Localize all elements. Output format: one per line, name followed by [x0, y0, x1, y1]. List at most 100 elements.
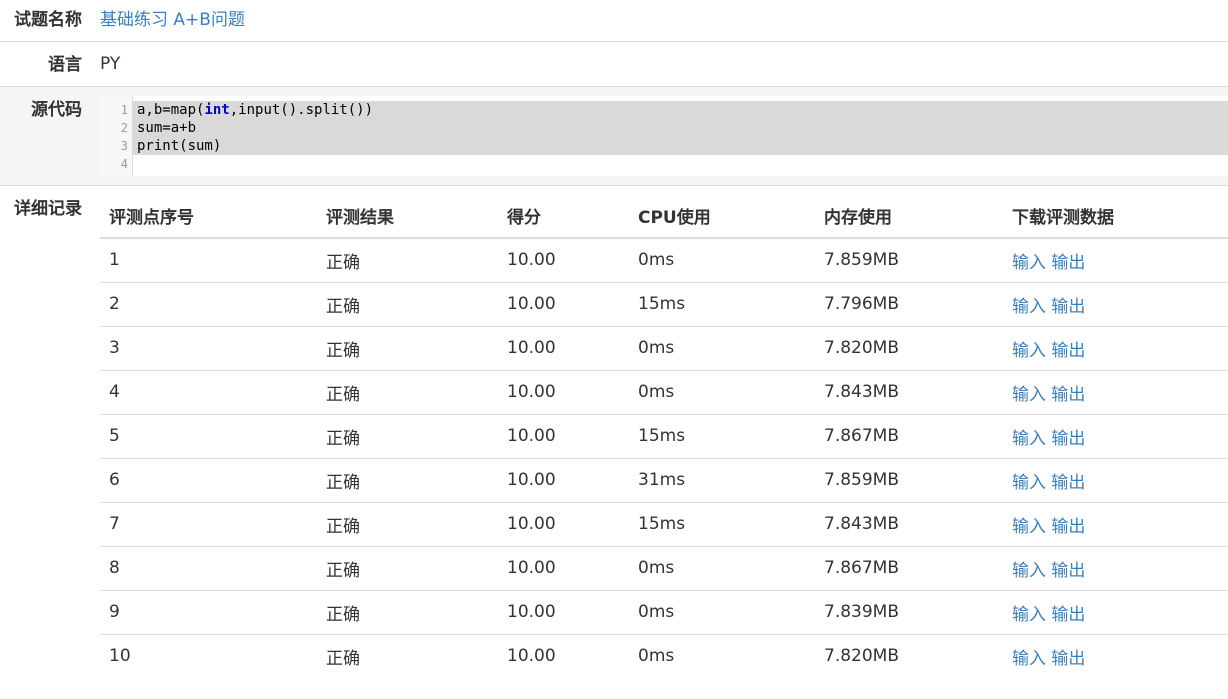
problem-name-label: 试题名称 [14, 10, 82, 30]
cell-cpu-time: 0ms [629, 546, 815, 591]
cell-test-index: 3 [100, 326, 317, 371]
cell-cpu-time: 0ms [629, 326, 815, 371]
table-row: 6 正确 10.00 31ms 7.859MB 输入 输出 [100, 458, 1228, 503]
cell-result: 正确 [317, 590, 498, 635]
problem-name-link[interactable]: 基础练习 A+B问题 [100, 10, 245, 30]
download-output-link[interactable]: 输出 [1051, 473, 1085, 493]
code-line: sum=a+b [133, 119, 1228, 137]
cell-score: 10.00 [498, 238, 629, 283]
download-output-link[interactable]: 输出 [1051, 561, 1085, 581]
cell-result: 正确 [317, 546, 498, 591]
cell-cpu-time: 0ms [629, 238, 815, 283]
cell-download: 输入 输出 [1003, 370, 1228, 415]
cell-score: 10.00 [498, 282, 629, 327]
line-number: 4 [120, 157, 128, 171]
cell-download: 输入 输出 [1003, 590, 1228, 635]
cell-memory: 7.839MB [815, 590, 1003, 635]
download-output-link[interactable]: 输出 [1051, 429, 1085, 449]
download-input-link[interactable]: 输入 [1012, 297, 1046, 317]
table-row: 10 正确 10.00 0ms 7.820MB 输入 输出 [100, 634, 1228, 678]
cell-cpu-time: 0ms [638, 646, 675, 667]
table-row: 5 正确 10.00 15ms 7.867MB 输入 输出 [100, 414, 1228, 459]
cell-score: 10.00 [498, 370, 629, 415]
code-editor[interactable]: 1 2 3 4 a,b=map(int,input().split()) sum… [100, 96, 1228, 176]
language-label: 语言 [48, 55, 82, 75]
cell-cpu-time: 15ms [629, 502, 815, 547]
cell-result: 正确 [317, 326, 498, 371]
download-output-link[interactable]: 输出 [1051, 297, 1085, 317]
line-number: 3 [120, 139, 128, 153]
table-row: 7 正确 10.00 15ms 7.843MB 输入 输出 [100, 502, 1228, 547]
cell-score: 10.00 [498, 502, 629, 547]
download-input-link[interactable]: 输入 [1012, 429, 1046, 449]
cell-download: 输入 输出 [1003, 282, 1228, 327]
download-output-link[interactable]: 输出 [1051, 605, 1085, 625]
cell-download: 输入 输出 [1003, 546, 1228, 591]
cell-test-index: 6 [100, 458, 317, 503]
cell-cpu-time: 15ms [629, 282, 815, 327]
download-input-link[interactable]: 输入 [1012, 385, 1046, 405]
download-output-link[interactable]: 输出 [1051, 253, 1085, 273]
header-memory: 内存使用 [815, 186, 1003, 239]
code-line: print(sum) [133, 137, 1228, 155]
cell-result: 正确 [317, 238, 498, 283]
cell-test-index: 9 [100, 590, 317, 635]
problem-name-row: 试题名称 基础练习 A+B问题 [0, 0, 1228, 42]
cell-download: 输入 输出 [1003, 238, 1228, 283]
cell-download: 输入 输出 [1003, 414, 1228, 459]
table-header-row: 评测点序号 评测结果 得分 CPU使用 内存使用 下载评测数据 [100, 186, 1228, 239]
cell-result: 正确 [317, 458, 498, 503]
cell-test-index: 5 [100, 414, 317, 459]
cell-test-index: 4 [100, 370, 317, 415]
cell-score: 10.00 [498, 546, 629, 591]
header-result: 评测结果 [317, 186, 498, 239]
cell-memory: 7.820MB [815, 326, 1003, 371]
cell-test-index: 7 [100, 502, 317, 547]
cell-download: 输入 输出 [1003, 326, 1228, 371]
cell-memory: 7.796MB [815, 282, 1003, 327]
keyword-token: int [204, 102, 230, 118]
cell-score: 10.00 [498, 458, 629, 503]
language-value: PY [100, 54, 121, 74]
cell-score: 10.00 [498, 326, 629, 371]
download-output-link[interactable]: 输出 [1051, 341, 1085, 361]
cell-test-index: 1 [100, 238, 317, 283]
download-input-link[interactable]: 输入 [1012, 517, 1046, 537]
header-test-index: 评测点序号 [100, 186, 317, 239]
download-input-link[interactable]: 输入 [1012, 649, 1046, 669]
table-row: 8 正确 10.00 0ms 7.867MB 输入 输出 [100, 546, 1228, 591]
results-body: 1 正确 10.00 0ms 7.859MB 输入 输出 2 正确 10.00 15ms 7.796… [100, 238, 1228, 678]
download-input-link[interactable]: 输入 [1012, 473, 1046, 493]
cell-cpu-time: 0ms [629, 590, 815, 635]
download-output-link[interactable]: 输出 [1051, 649, 1085, 669]
cell-cpu-time: 15ms [629, 414, 815, 459]
code-content[interactable]: a,b=map(int,input().split()) sum=a+b pri… [133, 96, 1228, 176]
source-code-row: 源代码 1 2 3 4 a,b=map(int,input().split())… [0, 87, 1228, 186]
download-input-link[interactable]: 输入 [1012, 605, 1046, 625]
cell-test-index: 10 [109, 646, 131, 667]
cell-memory: 7.859MB [815, 238, 1003, 283]
download-output-link[interactable]: 输出 [1051, 517, 1085, 537]
cell-result: 正确 [317, 414, 498, 459]
table-row: 3 正确 10.00 0ms 7.820MB 输入 输出 [100, 326, 1228, 371]
source-code-label: 源代码 [31, 100, 82, 120]
details-row: 详细记录 评测点序号 评测结果 得分 CPU使用 内存使用 下载评测数据 1 正确… [0, 186, 1228, 669]
header-score: 得分 [498, 186, 629, 239]
cell-score: 10.00 [507, 646, 556, 667]
code-line: a,b=map(int,input().split()) [133, 101, 1228, 119]
download-input-link[interactable]: 输入 [1012, 561, 1046, 581]
header-cpu: CPU使用 [629, 186, 815, 239]
download-output-link[interactable]: 输出 [1051, 385, 1085, 405]
cell-memory: 7.867MB [815, 546, 1003, 591]
cell-result: 正确 [317, 370, 498, 415]
download-input-link[interactable]: 输入 [1012, 253, 1046, 273]
line-number: 1 [120, 103, 128, 117]
table-row: 9 正确 10.00 0ms 7.839MB 输入 输出 [100, 590, 1228, 635]
table-row: 4 正确 10.00 0ms 7.843MB 输入 输出 [100, 370, 1228, 415]
download-input-link[interactable]: 输入 [1012, 341, 1046, 361]
table-row: 2 正确 10.00 15ms 7.796MB 输入 输出 [100, 282, 1228, 327]
cell-score: 10.00 [498, 414, 629, 459]
line-number-gutter: 1 2 3 4 [100, 96, 133, 176]
cell-memory: 7.867MB [815, 414, 1003, 459]
cell-cpu-time: 0ms [629, 370, 815, 415]
